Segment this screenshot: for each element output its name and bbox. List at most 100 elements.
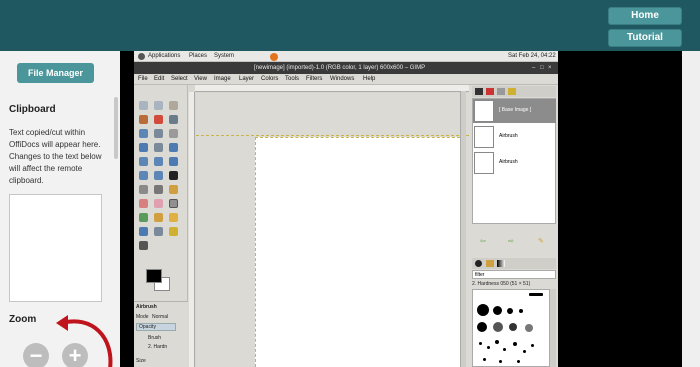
measure-tool-icon[interactable] bbox=[139, 143, 148, 152]
brush-swatch[interactable] bbox=[519, 309, 523, 313]
menu-image[interactable]: Image bbox=[214, 74, 231, 85]
text-tool-icon[interactable] bbox=[169, 171, 178, 180]
menu-windows[interactable]: Windows bbox=[330, 74, 354, 85]
menu-tools[interactable]: Tools bbox=[285, 74, 299, 85]
brush-swatch[interactable] bbox=[523, 350, 526, 353]
brush-swatch[interactable] bbox=[513, 342, 517, 346]
brush-swatch[interactable] bbox=[531, 344, 534, 347]
menu-layer[interactable]: Layer bbox=[239, 74, 254, 85]
fuzzy-select-tool-icon[interactable] bbox=[139, 115, 148, 124]
shear-tool-icon[interactable] bbox=[139, 171, 148, 180]
brush-swatch[interactable] bbox=[495, 340, 499, 344]
home-button[interactable]: Home bbox=[608, 7, 682, 25]
clear-history-icon[interactable]: ✎ bbox=[538, 237, 544, 245]
undo-tab-icon[interactable] bbox=[508, 88, 516, 95]
foreground-color-swatch[interactable] bbox=[146, 269, 162, 283]
layer-row[interactable]: [ Base Image ] bbox=[473, 99, 556, 123]
ellipse-select-tool-icon[interactable] bbox=[154, 101, 163, 110]
clipboard-textarea[interactable] bbox=[9, 194, 102, 302]
brush-swatch[interactable] bbox=[509, 323, 517, 331]
brush-swatch[interactable] bbox=[529, 293, 543, 296]
opacity-slider[interactable]: Opacity bbox=[136, 323, 176, 331]
eraser-tool-icon[interactable] bbox=[154, 199, 163, 208]
undo-arrow-icon[interactable]: ⇦ bbox=[480, 237, 486, 245]
move-tool-icon[interactable] bbox=[154, 143, 163, 152]
brushes-tab-icon[interactable] bbox=[475, 260, 482, 267]
menu-places[interactable]: Places bbox=[189, 51, 207, 62]
brush-swatch[interactable] bbox=[503, 348, 506, 351]
layers-dock-tabs[interactable] bbox=[472, 86, 556, 97]
brush-swatch[interactable] bbox=[517, 360, 520, 363]
zoom-out-button[interactable]: − bbox=[23, 343, 49, 367]
menu-colors[interactable]: Colors bbox=[261, 74, 278, 85]
menu-applications[interactable]: Applications bbox=[148, 51, 180, 62]
brush-swatch[interactable] bbox=[499, 360, 502, 363]
menu-filters[interactable]: Filters bbox=[306, 74, 322, 85]
menu-help[interactable]: Help bbox=[363, 74, 375, 85]
menu-system[interactable]: System bbox=[214, 51, 234, 62]
menu-file[interactable]: File bbox=[138, 74, 148, 85]
free-select-tool-icon[interactable] bbox=[169, 101, 178, 110]
dodge-tool-icon[interactable] bbox=[169, 227, 178, 236]
crop-tool-icon[interactable] bbox=[139, 157, 148, 166]
rect-select-tool-icon[interactable] bbox=[139, 101, 148, 110]
gradients-tab-icon[interactable] bbox=[497, 260, 505, 267]
brush-swatch[interactable] bbox=[477, 304, 489, 316]
brush-swatch[interactable] bbox=[477, 322, 487, 332]
sidebar-scrollbar[interactable] bbox=[114, 97, 118, 159]
layer-row[interactable]: Airbrush bbox=[473, 151, 556, 175]
patterns-tab-icon[interactable] bbox=[486, 260, 494, 267]
blur-tool-icon[interactable] bbox=[154, 227, 163, 236]
bucket-fill-tool-icon[interactable] bbox=[139, 241, 148, 250]
color-picker-tool-icon[interactable] bbox=[154, 129, 163, 138]
brush-selector[interactable]: 2. Hardn bbox=[148, 344, 167, 350]
brush-swatch[interactable] bbox=[525, 324, 533, 332]
flip-tool-icon[interactable] bbox=[139, 185, 148, 194]
canvas-scrollbar[interactable] bbox=[460, 91, 466, 367]
blend-tool-icon[interactable] bbox=[154, 185, 163, 194]
menu-edit[interactable]: Edit bbox=[154, 74, 164, 85]
menu-select[interactable]: Select bbox=[171, 74, 188, 85]
smudge-tool-icon[interactable] bbox=[139, 227, 148, 236]
tutorial-button[interactable]: Tutorial bbox=[608, 29, 682, 47]
brushes-scrollbar[interactable] bbox=[550, 289, 556, 367]
align-tool-icon[interactable] bbox=[169, 143, 178, 152]
ink-tool-icon[interactable] bbox=[139, 213, 148, 222]
brush-grid[interactable] bbox=[472, 289, 550, 367]
brush-filter-select[interactable]: filter bbox=[472, 270, 556, 279]
firefox-icon[interactable] bbox=[270, 53, 278, 61]
maximize-icon[interactable]: □ bbox=[540, 65, 546, 71]
image-canvas[interactable] bbox=[255, 137, 465, 367]
perspective-tool-icon[interactable] bbox=[154, 171, 163, 180]
mode-dropdown[interactable]: Normal bbox=[152, 314, 168, 320]
file-manager-button[interactable]: File Manager bbox=[17, 63, 94, 83]
layers-dock-buttons: ⇦ ⇨ ✎ bbox=[472, 237, 556, 247]
paths-tab-icon[interactable] bbox=[497, 88, 505, 95]
brush-swatch[interactable] bbox=[493, 306, 502, 315]
airbrush-tool-icon[interactable] bbox=[169, 199, 178, 208]
paths-tool-icon[interactable] bbox=[139, 129, 148, 138]
paintbrush-tool-icon[interactable] bbox=[139, 199, 148, 208]
brushes-dock-tabs[interactable] bbox=[472, 258, 556, 269]
channels-tab-icon[interactable] bbox=[486, 88, 494, 95]
scissors-tool-icon[interactable] bbox=[169, 115, 178, 124]
menu-view[interactable]: View bbox=[194, 74, 207, 85]
brush-swatch[interactable] bbox=[493, 322, 503, 332]
minimize-icon[interactable]: – bbox=[532, 65, 538, 71]
pencil-tool-icon[interactable] bbox=[169, 185, 178, 194]
magnify-tool-icon[interactable] bbox=[169, 129, 178, 138]
brush-swatch[interactable] bbox=[487, 346, 490, 349]
layers-tab-icon[interactable] bbox=[475, 88, 483, 95]
clone-tool-icon[interactable] bbox=[154, 213, 163, 222]
redo-arrow-icon[interactable]: ⇨ bbox=[508, 237, 514, 245]
close-icon[interactable]: × bbox=[548, 65, 554, 71]
color-select-tool-icon[interactable] bbox=[154, 115, 163, 124]
brush-swatch[interactable] bbox=[479, 342, 482, 345]
scale-tool-icon[interactable] bbox=[169, 157, 178, 166]
layer-row[interactable]: Airbrush bbox=[473, 125, 556, 149]
brush-swatch[interactable] bbox=[483, 358, 486, 361]
brush-swatch[interactable] bbox=[507, 308, 513, 314]
heal-tool-icon[interactable] bbox=[169, 213, 178, 222]
rotate-tool-icon[interactable] bbox=[154, 157, 163, 166]
remote-desktop[interactable]: Applications Places System Sat Feb 24, 0… bbox=[134, 51, 558, 367]
